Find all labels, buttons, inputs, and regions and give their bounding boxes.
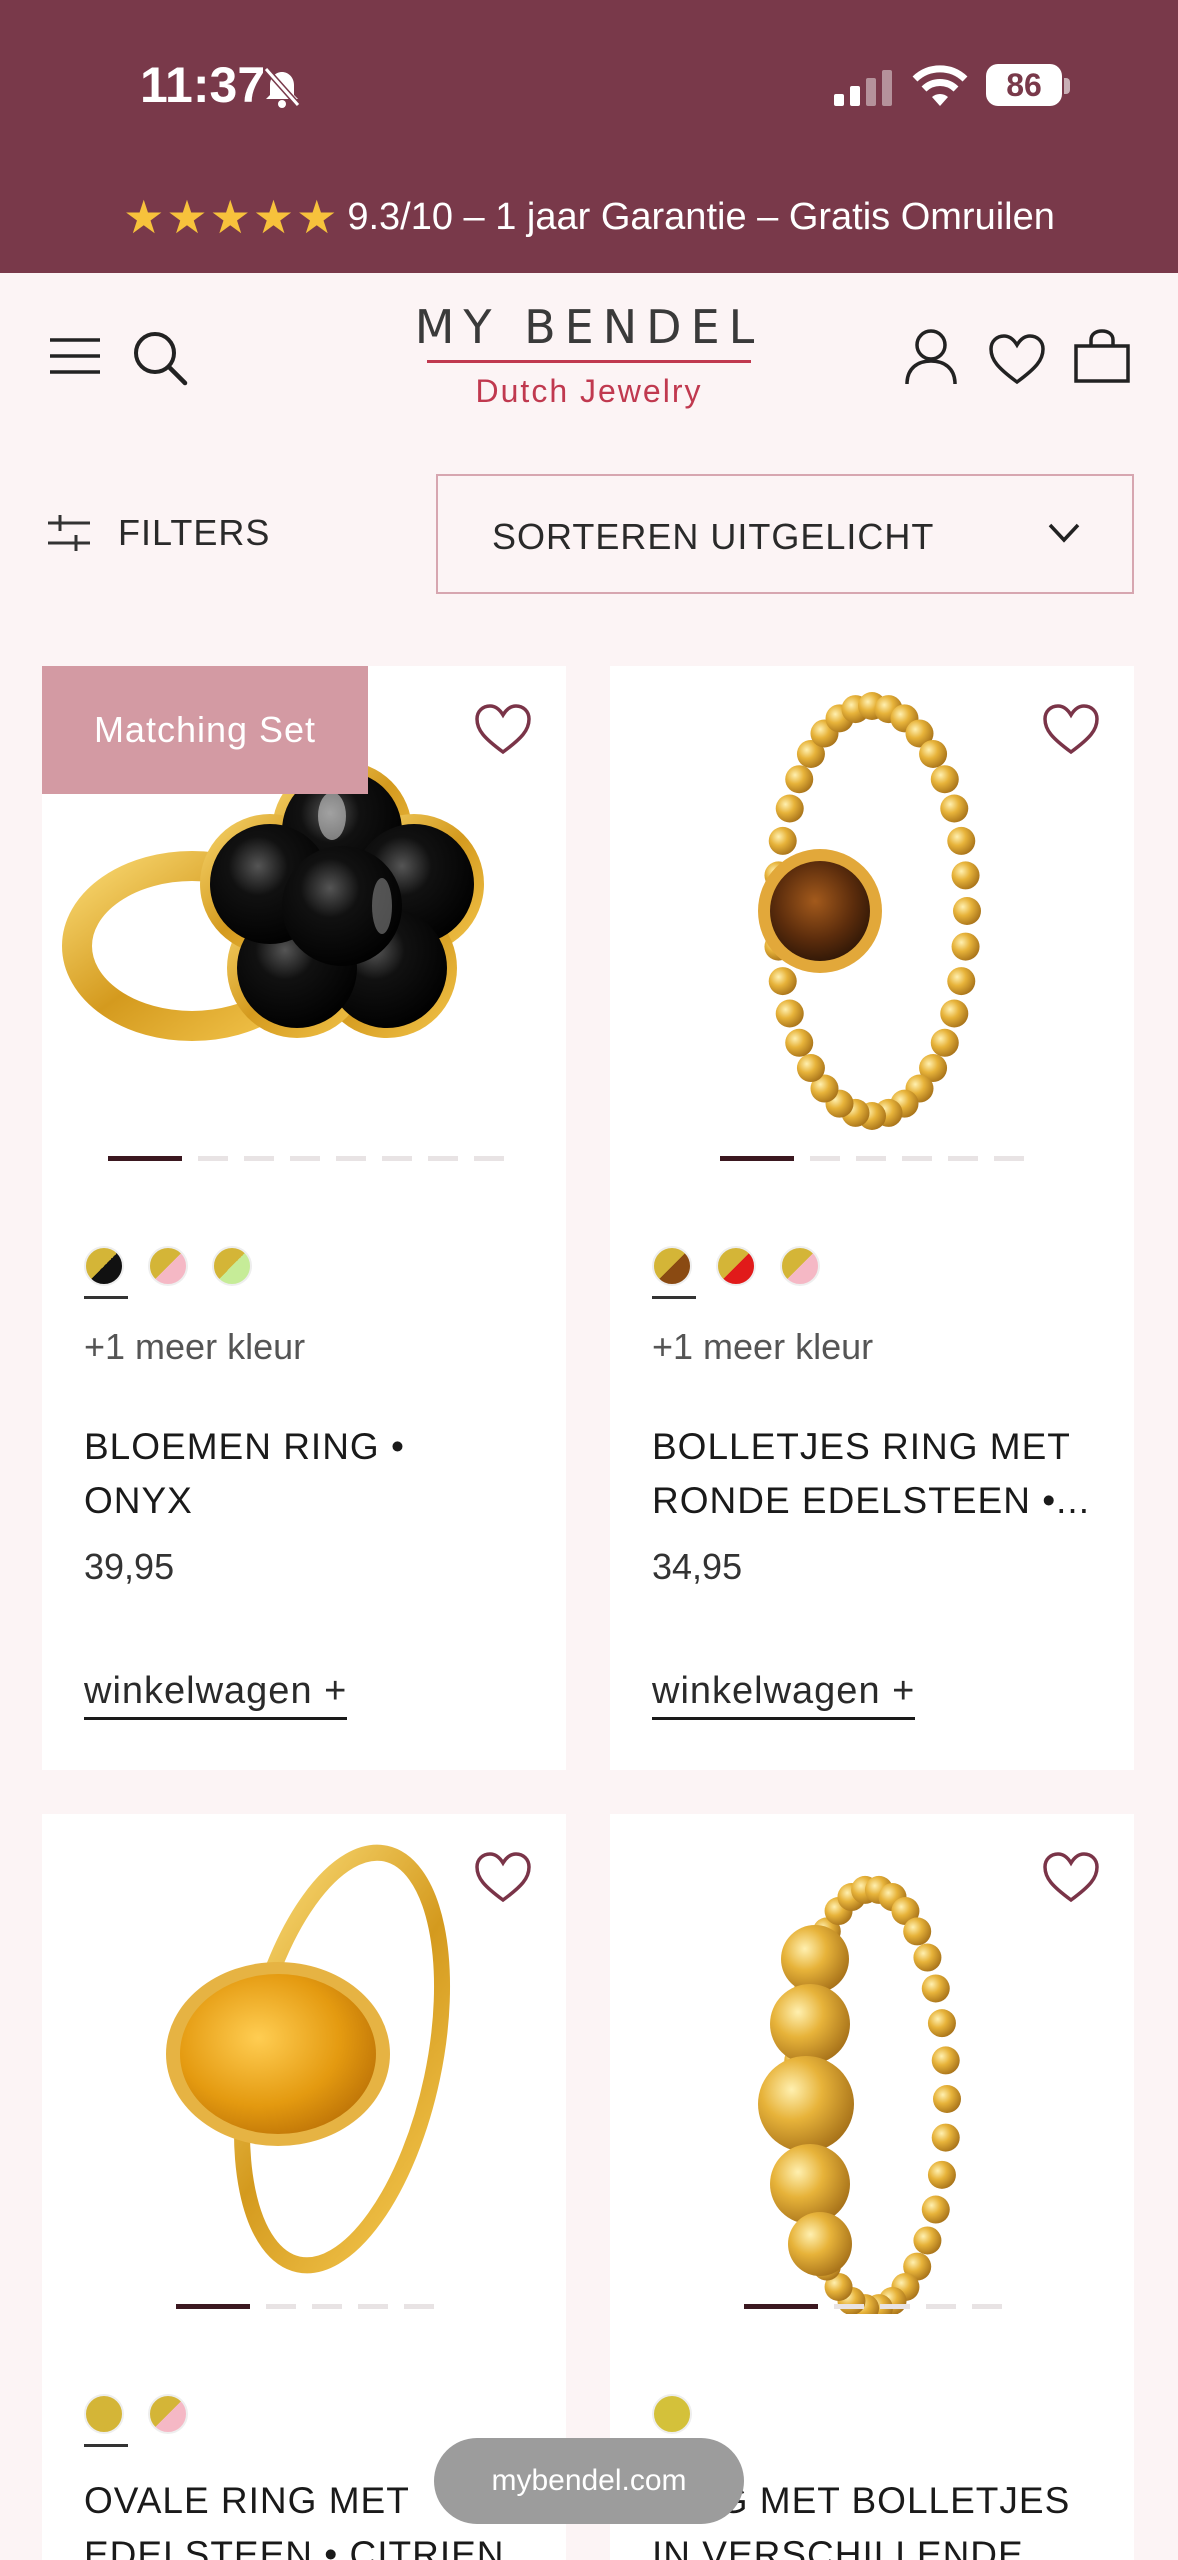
heart-icon[interactable]: [474, 1852, 532, 1904]
add-to-cart-button[interactable]: winkelwagen +: [84, 1670, 348, 1720]
chevron-down-icon: [1048, 523, 1080, 543]
heart-icon[interactable]: [1042, 1852, 1100, 1904]
product-card[interactable]: Matching Set +1 meer kleur BLOEMEN RING …: [42, 666, 566, 1770]
promo-text: 9.3/10 – 1 jaar Garantie – Gratis Omruil…: [347, 196, 1055, 238]
battery-tip: [1064, 78, 1070, 94]
logo-divider: [427, 360, 751, 363]
product-price: 34,95: [652, 1546, 743, 1587]
sliders-icon: [48, 515, 90, 551]
image-carousel-indicator[interactable]: [176, 2304, 450, 2310]
battery-indicator: 86: [986, 64, 1062, 106]
more-colors-label[interactable]: +1 meer kleur: [84, 1326, 305, 1368]
color-swatches[interactable]: [652, 2394, 716, 2434]
image-carousel-indicator[interactable]: [720, 1156, 1040, 1162]
filters-button[interactable]: FILTERS: [48, 512, 270, 554]
account-icon[interactable]: [904, 328, 958, 386]
bell-off-icon: [263, 67, 301, 108]
rating-stars: ★★★★★: [123, 191, 340, 243]
color-swatch[interactable]: [84, 2394, 124, 2434]
browser-url-bar[interactable]: mybendel.com: [434, 2438, 744, 2524]
wishlist-icon[interactable]: [988, 334, 1046, 386]
more-colors-label[interactable]: +1 meer kleur: [652, 1326, 873, 1368]
filters-label: FILTERS: [118, 512, 271, 553]
sort-label: SORTEREN UITGELICHT: [492, 516, 935, 557]
heart-icon[interactable]: [1042, 704, 1100, 756]
color-swatch[interactable]: [652, 2394, 692, 2434]
top-banner: 11:37 86 ★★★★★ 9.3/10 – 1 jaar Garantie –…: [0, 0, 1178, 273]
product-price: 39,95: [84, 1546, 175, 1587]
image-carousel-indicator[interactable]: [744, 2304, 1018, 2310]
image-carousel-indicator[interactable]: [108, 1156, 520, 1162]
cellular-signal-icon: [834, 70, 892, 106]
color-swatch[interactable]: [780, 1246, 820, 1286]
color-swatch[interactable]: [212, 1246, 252, 1286]
color-swatches[interactable]: [652, 1246, 844, 1286]
add-to-cart-button[interactable]: winkelwagen +: [652, 1670, 916, 1720]
matching-set-badge: Matching Set: [42, 666, 368, 794]
color-swatch[interactable]: [716, 1246, 756, 1286]
color-swatch[interactable]: [84, 1246, 124, 1286]
product-title[interactable]: BLOEMEN RING • ONYX: [84, 1420, 524, 1528]
color-swatch[interactable]: [652, 1246, 692, 1286]
color-swatch[interactable]: [148, 1246, 188, 1286]
sort-dropdown[interactable]: SORTEREN UITGELICHT: [436, 474, 1134, 594]
status-time: 11:37: [140, 57, 266, 113]
shopping-bag-icon[interactable]: [1072, 328, 1132, 384]
promo-banner[interactable]: ★★★★★ 9.3/10 – 1 jaar Garantie – Gratis O…: [0, 190, 1178, 244]
color-swatches[interactable]: [84, 2394, 212, 2434]
selected-swatch-indicator: [652, 1296, 696, 1299]
wifi-icon: [912, 65, 968, 106]
heart-icon[interactable]: [474, 704, 532, 756]
selected-swatch-indicator: [84, 2444, 128, 2447]
color-swatches[interactable]: [84, 1246, 276, 1286]
product-title[interactable]: BOLLETJES RING MET RONDE EDELSTEEN •...: [652, 1420, 1092, 1528]
product-card[interactable]: +1 meer kleur BOLLETJES RING MET RONDE E…: [610, 666, 1134, 1770]
color-swatch[interactable]: [148, 2394, 188, 2434]
selected-swatch-indicator: [84, 1296, 128, 1299]
